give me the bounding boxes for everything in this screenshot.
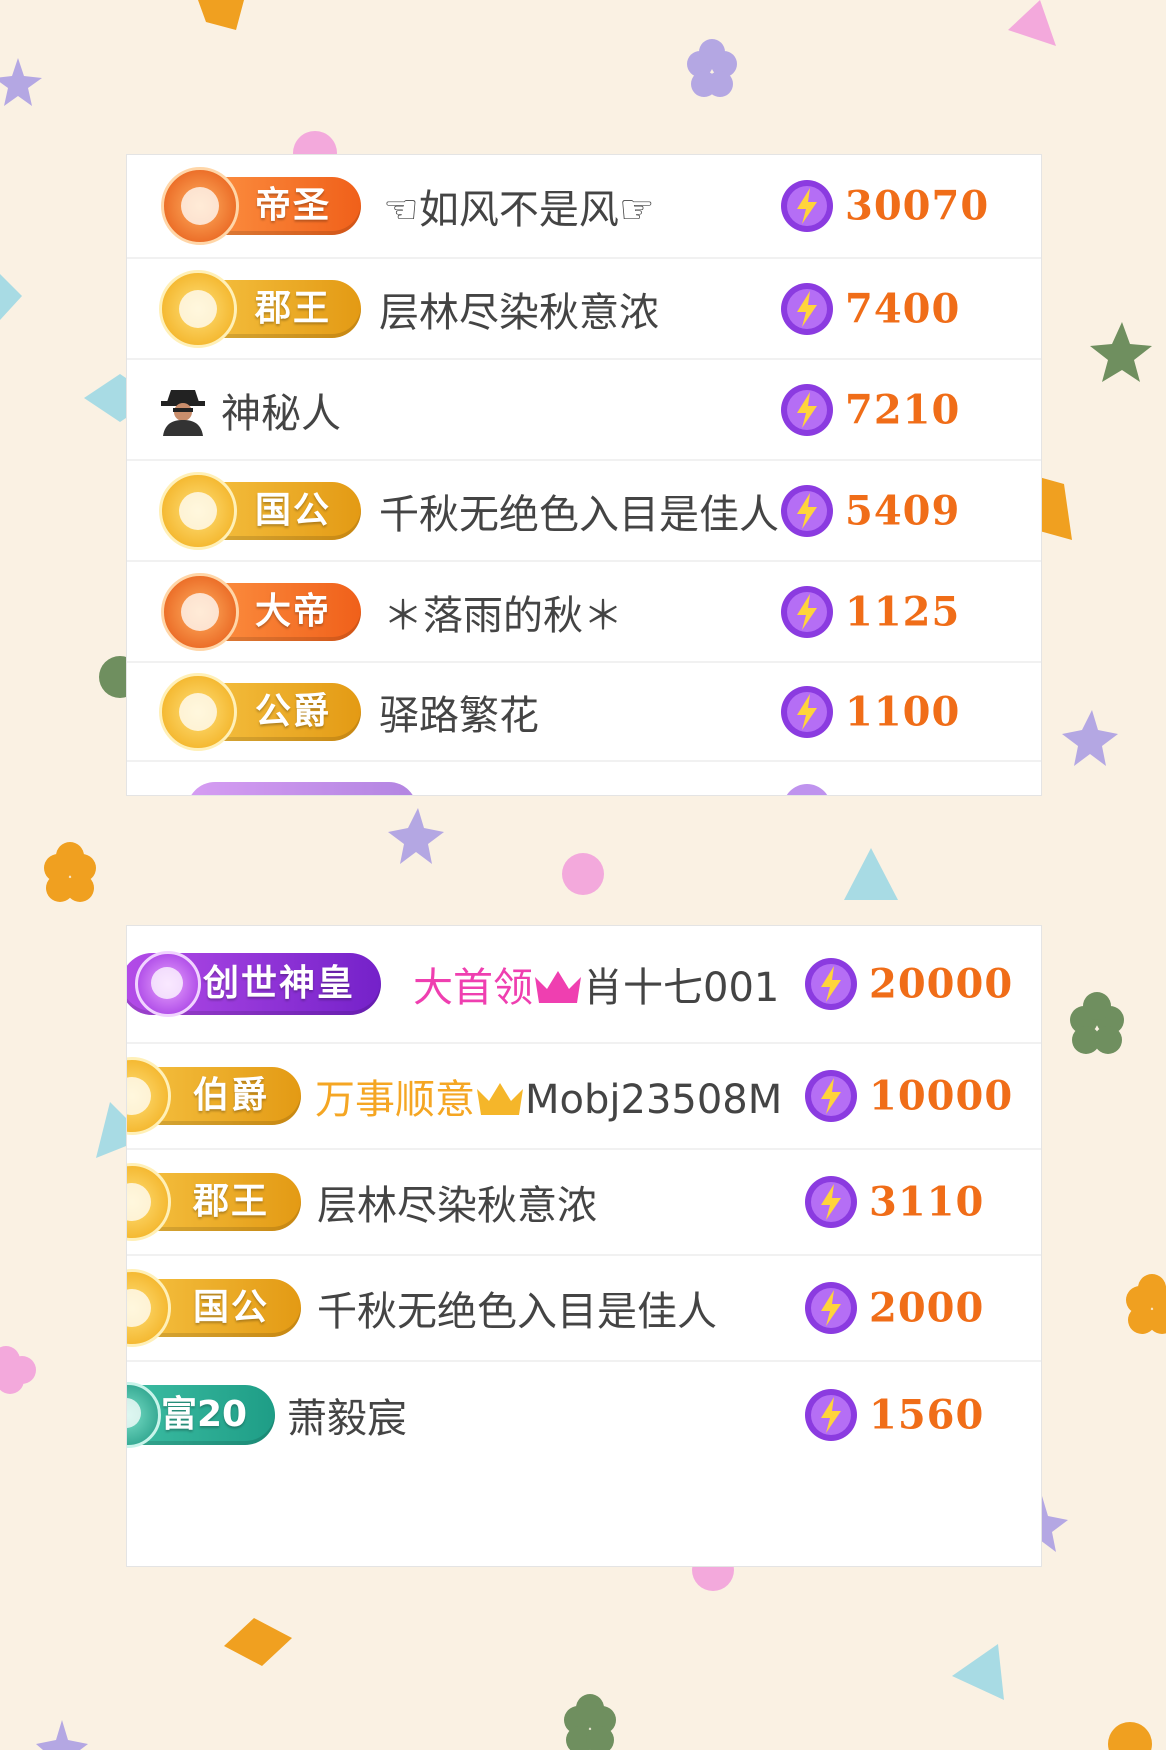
lightning-coin-icon xyxy=(781,282,833,335)
lightning-coin-icon xyxy=(783,784,831,795)
badge-emblem-icon xyxy=(161,572,239,651)
contribution-value: 7400 xyxy=(845,285,961,332)
user-name[interactable]: 层林尽染秋意浓 xyxy=(317,1173,597,1231)
user-name-with-title[interactable]: 大首领 肖十七001 xyxy=(413,955,779,1013)
rank-badge: 国公 xyxy=(127,1269,301,1347)
lightning-coin-icon xyxy=(781,180,833,232)
lightning-coin-icon xyxy=(805,1176,857,1228)
badge-label: 国公 xyxy=(255,489,332,531)
rank-badge: 帝圣 xyxy=(161,167,361,245)
badge-label: 富20 xyxy=(161,1394,248,1435)
ranking-row[interactable]: 大帝 ＊落雨的秋＊ 1125 xyxy=(127,562,1041,663)
badge-label: 公爵 xyxy=(255,690,332,732)
diamond-emblem-icon xyxy=(135,951,201,1017)
rank-badge xyxy=(187,782,417,795)
bottom-ranking-panel: 创世神皇 大首领 肖十七001 20000 伯爵 万事顺意 Mobj23508M 1… xyxy=(126,925,1042,1567)
contribution-value: 1125 xyxy=(845,588,961,635)
lightning-coin-icon xyxy=(781,585,833,638)
user-title: 万事顺意 xyxy=(315,1077,475,1123)
ranking-row[interactable]: 富20 萧毅宸 1560 xyxy=(127,1362,1041,1468)
user-name[interactable]: 千秋无绝色入目是佳人 xyxy=(379,482,779,540)
contribution-value: 3110 xyxy=(869,1178,985,1226)
rank-badge: 郡王 xyxy=(127,1163,301,1241)
lightning-coin-icon xyxy=(805,1070,857,1122)
badge-emblem-icon xyxy=(161,167,239,245)
lightning-coin-icon xyxy=(805,958,857,1010)
lightning-coin-icon xyxy=(805,1389,857,1441)
badge-emblem-icon xyxy=(159,471,237,550)
contribution-value: 5409 xyxy=(845,487,961,534)
user-name[interactable]: 萧毅宸 xyxy=(287,1386,407,1444)
badge-label: 国公 xyxy=(193,1287,270,1328)
contribution-value: 10000 xyxy=(869,1072,1014,1120)
rank-badge: 国公 xyxy=(159,471,361,550)
rank-badge: 大帝 xyxy=(161,572,361,651)
user-name[interactable]: 神秘人 xyxy=(221,381,341,439)
lightning-coin-icon xyxy=(805,1282,857,1334)
badge-label: 创世神皇 xyxy=(203,963,356,1004)
rank-badge: 伯爵 xyxy=(127,1057,301,1135)
pink-crown-icon xyxy=(535,971,581,1003)
badge-emblem-icon xyxy=(127,1269,171,1347)
user-name-with-title[interactable]: 万事顺意 Mobj23508M xyxy=(315,1067,782,1125)
badge-emblem-icon xyxy=(159,269,237,348)
ranking-row[interactable]: 伯爵 万事顺意 Mobj23508M 10000 xyxy=(127,1044,1041,1150)
user-title: 大首领 xyxy=(413,965,533,1011)
ranking-row[interactable]: 国公 千秋无绝色入目是佳人 5409 xyxy=(127,461,1041,562)
user-name[interactable]: ＊落雨的秋＊ xyxy=(383,583,623,641)
badge-label: 郡王 xyxy=(255,287,332,329)
lightning-coin-icon xyxy=(781,685,833,738)
ranking-row-partial xyxy=(127,762,1041,795)
ranking-row[interactable]: 神秘人 7210 xyxy=(127,360,1041,461)
ranking-row[interactable]: 公爵 驿路繁花 1100 xyxy=(127,663,1041,762)
wealth-emblem-icon xyxy=(127,1382,161,1448)
user-name: Mobj23508M xyxy=(525,1077,783,1123)
ranking-row[interactable]: 郡王 层林尽染秋意浓 7400 xyxy=(127,259,1041,360)
top-ranking-panel: 帝圣 ☜如风不是风☞ 30070 郡王 层林尽染秋意浓 7400 神秘人 721… xyxy=(126,154,1042,796)
contribution-value: 1100 xyxy=(845,688,961,735)
user-name[interactable]: ☜如风不是风☞ xyxy=(383,177,655,235)
lightning-coin-icon xyxy=(781,383,833,436)
ranking-row[interactable]: 创世神皇 大首领 肖十七001 20000 xyxy=(127,926,1041,1044)
ranking-row[interactable]: 郡王 层林尽染秋意浓 3110 xyxy=(127,1150,1041,1256)
ranking-row[interactable]: 国公 千秋无绝色入目是佳人 2000 xyxy=(127,1256,1041,1362)
badge-label: 大帝 xyxy=(255,590,332,632)
badge-label: 帝圣 xyxy=(255,185,332,226)
rank-badge: 富20 xyxy=(127,1382,275,1448)
rank-badge: 创世神皇 xyxy=(127,951,381,1017)
user-name[interactable]: 驿路繁花 xyxy=(379,683,539,741)
contribution-value: 2000 xyxy=(869,1284,985,1332)
badge-emblem-icon xyxy=(127,1057,171,1135)
badge-label: 郡王 xyxy=(193,1181,270,1222)
masked-person-icon xyxy=(161,389,205,436)
user-name: 肖十七001 xyxy=(583,965,780,1011)
contribution-value: 30070 xyxy=(845,182,990,230)
user-name[interactable]: 层林尽染秋意浓 xyxy=(379,280,659,338)
lightning-coin-icon xyxy=(781,484,833,537)
contribution-value: 7210 xyxy=(845,386,961,433)
contribution-value: 1560 xyxy=(869,1391,985,1439)
badge-emblem-icon xyxy=(159,672,237,751)
contribution-value: 20000 xyxy=(869,960,1014,1008)
user-name[interactable]: 千秋无绝色入目是佳人 xyxy=(317,1279,717,1337)
ranking-row[interactable]: 帝圣 ☜如风不是风☞ 30070 xyxy=(127,155,1041,259)
gold-crown-icon xyxy=(477,1083,523,1115)
badge-label: 伯爵 xyxy=(193,1075,270,1116)
rank-badge: 郡王 xyxy=(159,269,361,348)
badge-emblem-icon xyxy=(127,1163,171,1241)
rank-badge: 公爵 xyxy=(159,672,361,751)
